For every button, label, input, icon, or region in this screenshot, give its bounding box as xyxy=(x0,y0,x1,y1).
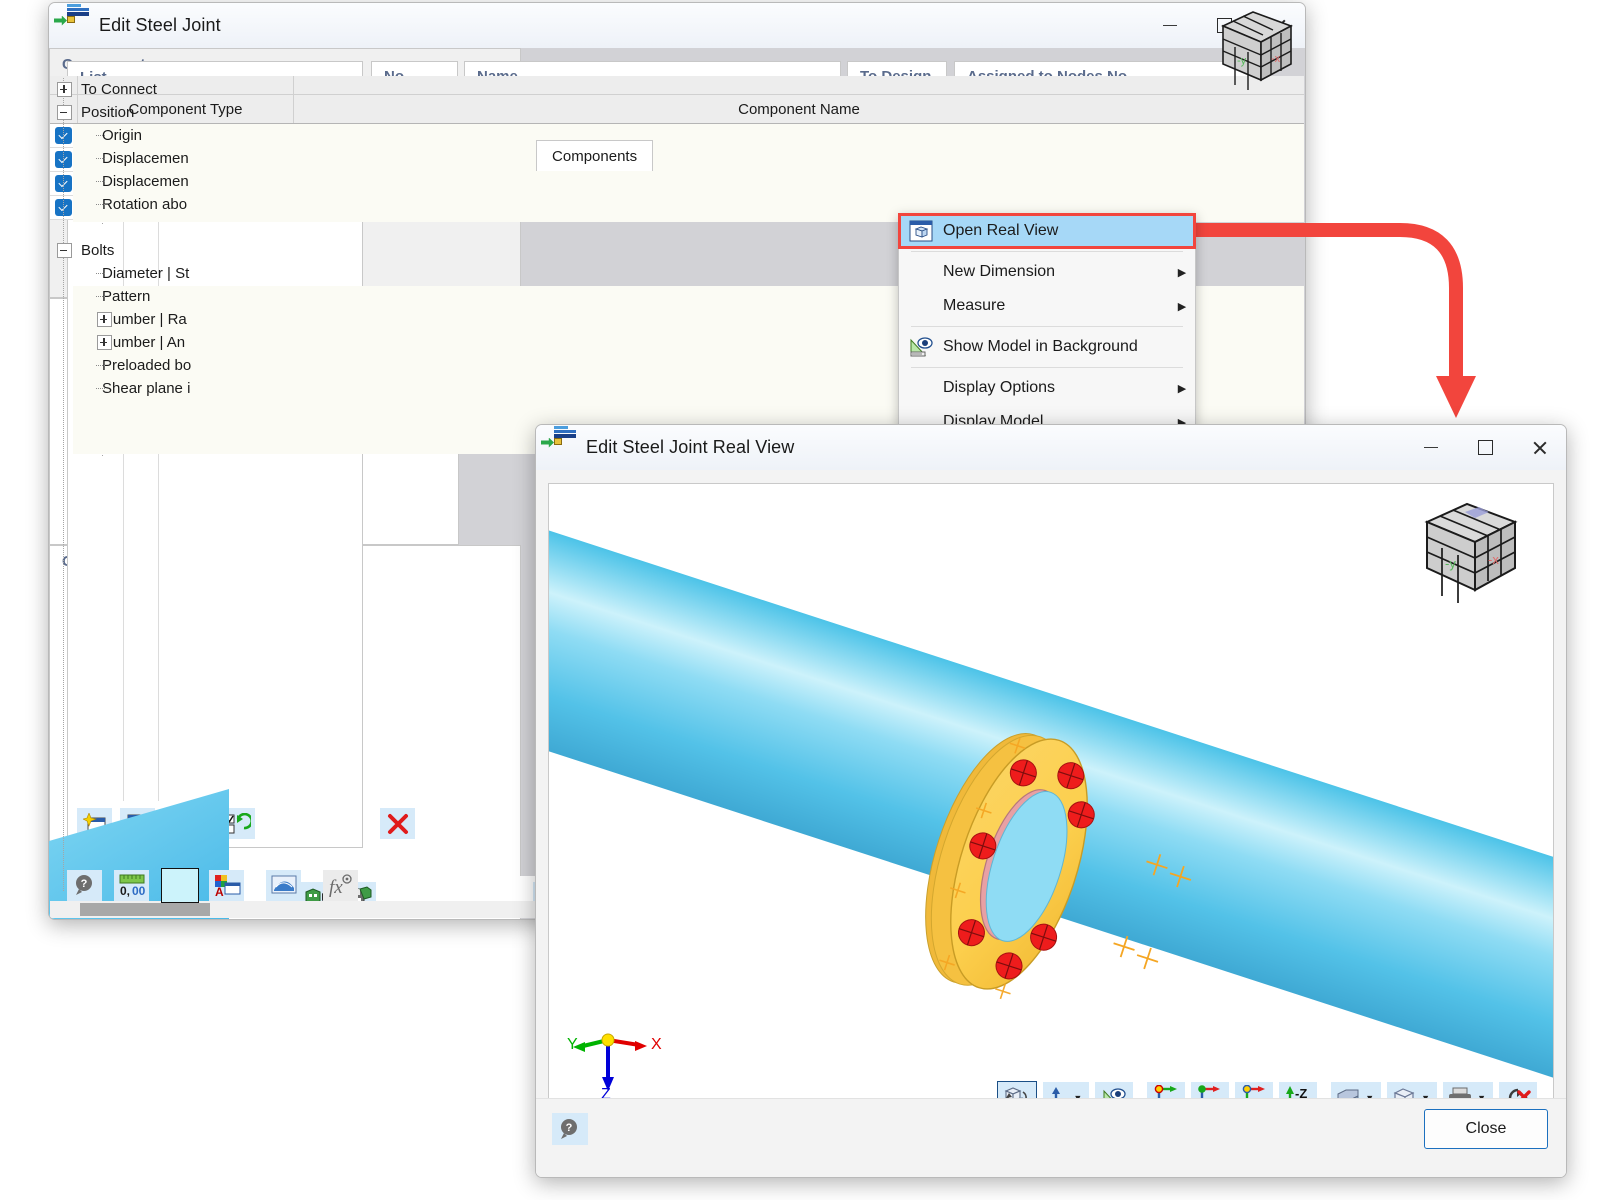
tree-node-label: To Connect xyxy=(81,81,157,98)
main-dialog-bottom-toolbar: ? 0, 00 A fx xyxy=(67,863,358,907)
menu-item-label: Measure xyxy=(943,297,1006,314)
nav-cube-face-left: -y xyxy=(1445,556,1456,571)
svg-text:A: A xyxy=(215,885,224,897)
edit-steel-joint-real-view-dialog: Edit Steel Joint Real View -y -x Y X Z -… xyxy=(535,424,1567,1178)
units-icon[interactable]: 0, 00 xyxy=(114,869,149,901)
tree-node-label: Displacemen xyxy=(102,150,189,167)
svg-text:fx: fx xyxy=(329,877,343,897)
nav-cube-face-right: -x xyxy=(1488,552,1499,567)
minimize-button[interactable] xyxy=(1404,425,1458,470)
expand-icon[interactable] xyxy=(97,312,112,327)
svg-text:?: ? xyxy=(566,1122,573,1134)
menu-item-label: New Dimension xyxy=(943,263,1056,280)
tree-node-label: Diameter | St xyxy=(102,265,190,282)
svg-text:?: ? xyxy=(80,878,87,890)
collapse-icon[interactable] xyxy=(57,105,72,120)
tab-components[interactable]: Components xyxy=(536,140,654,171)
menu-item-open-real-view[interactable]: Open Real View xyxy=(898,213,1196,249)
menu-separator xyxy=(911,367,1183,368)
real-view-body: -y -x Y X Z -Z ? Close xyxy=(536,470,1566,1177)
expand-icon[interactable] xyxy=(57,82,72,97)
menu-item-show-model-in-background[interactable]: Show Model in Background xyxy=(899,330,1195,364)
real-view-icon xyxy=(899,220,943,242)
tree-node-label: Rotation abo xyxy=(102,196,188,213)
menu-item-label: Display Options xyxy=(943,379,1056,396)
submenu-arrow-icon: ▶ xyxy=(1177,382,1187,395)
tree-node-label: Origin xyxy=(102,127,143,144)
svg-text:-x: -x xyxy=(1271,53,1281,65)
real-view-window-title: Edit Steel Joint Real View xyxy=(586,437,795,457)
formula-icon[interactable]: fx xyxy=(323,869,358,901)
tree-node-origin[interactable]: Origin xyxy=(50,124,1304,147)
tree-node-to-connect[interactable]: To Connect xyxy=(50,78,1304,101)
tree-node-label: Bolts xyxy=(81,242,115,259)
axis-triad: Y X Z xyxy=(567,1009,667,1103)
context-menu: Open Real View New Dimension ▶ Measure ▶… xyxy=(898,213,1196,430)
svg-text:00: 00 xyxy=(132,884,146,897)
menu-item-measure[interactable]: Measure ▶ xyxy=(899,289,1195,323)
axis-label-y: Y xyxy=(567,1036,578,1053)
axis-label-x: X xyxy=(651,1036,662,1053)
tree-node-label: Displacemen xyxy=(102,173,189,190)
main-window-title: Edit Steel Joint xyxy=(99,15,221,35)
tree-node-label: Shear plane i xyxy=(102,380,191,397)
close-button[interactable] xyxy=(1512,425,1566,470)
menu-item-label: Show Model in Background xyxy=(943,338,1138,355)
tree-node-label: Number | An xyxy=(102,334,186,351)
menu-item-display-options[interactable]: Display Options ▶ xyxy=(899,371,1195,405)
submenu-arrow-icon: ▶ xyxy=(1177,266,1187,279)
menu-item-new-dimension[interactable]: New Dimension ▶ xyxy=(899,255,1195,289)
background-left xyxy=(0,0,48,1200)
tree-node-label: Number | Ra xyxy=(102,311,187,328)
tree-node-label: Position xyxy=(81,104,135,121)
real-view-window-controls xyxy=(1404,425,1566,470)
menu-separator xyxy=(911,251,1183,252)
svg-text:0,: 0, xyxy=(120,884,130,897)
main-titlebar: Edit Steel Joint xyxy=(49,3,1305,48)
tree-node-position[interactable]: Position xyxy=(50,101,1304,124)
tree-node-label: Preloaded bo xyxy=(102,357,192,374)
steel-joint-model xyxy=(549,484,1553,1127)
tree-node-displacement-2[interactable]: Displacemen xyxy=(50,170,1304,193)
render-icon[interactable] xyxy=(266,869,301,901)
tree-node-label: Pattern xyxy=(102,288,151,305)
tree-node-displacement-1[interactable]: Displacemen xyxy=(50,147,1304,170)
real-view-titlebar: Edit Steel Joint Real View xyxy=(536,425,1566,470)
expand-icon[interactable] xyxy=(97,335,112,350)
menu-separator xyxy=(911,326,1183,327)
collapse-icon[interactable] xyxy=(57,243,72,258)
steel-joint-icon xyxy=(54,3,89,36)
color-swatch-icon[interactable] xyxy=(161,867,199,903)
help-icon[interactable]: ? xyxy=(552,1113,588,1145)
3d-viewport[interactable]: -y -x Y X Z -Z xyxy=(548,483,1554,1128)
real-view-footer: ? Close xyxy=(536,1098,1566,1177)
display-properties-icon[interactable]: A xyxy=(209,869,244,901)
maximize-button[interactable] xyxy=(1458,425,1512,470)
menu-item-label: Open Real View xyxy=(943,222,1059,239)
submenu-arrow-icon: ▶ xyxy=(1177,300,1187,313)
svg-text:-y: -y xyxy=(1237,55,1247,67)
close-button[interactable]: Close xyxy=(1424,1109,1548,1149)
steel-joint-icon xyxy=(541,425,576,458)
minimize-button[interactable] xyxy=(1143,3,1197,48)
help-icon[interactable]: ? xyxy=(67,869,102,901)
navigation-cube[interactable]: -y -x xyxy=(1409,494,1531,606)
measure-eye-icon xyxy=(899,336,943,358)
